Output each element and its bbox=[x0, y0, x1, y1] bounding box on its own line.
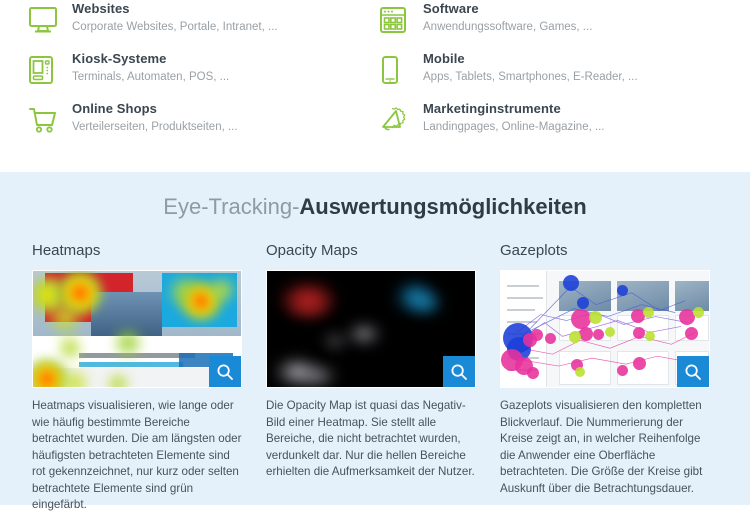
monitor-icon bbox=[28, 0, 72, 38]
kiosk-icon bbox=[28, 50, 72, 88]
analysis-columns: Heatmaps Heatmaps visualisieren, wie lan… bbox=[0, 242, 750, 525]
target-item-websites[interactable]: Websites Corporate Websites, Portale, In… bbox=[28, 0, 379, 50]
heatmap-thumbnail[interactable] bbox=[32, 270, 242, 388]
target-item-title: Online Shops bbox=[72, 101, 157, 116]
target-item-subtitle: Landingpages, Online-Magazine, ... bbox=[423, 121, 605, 133]
column-title: Heatmaps bbox=[32, 242, 101, 259]
fixation-circle bbox=[569, 331, 581, 343]
page-title-prefix: Eye-Tracking- bbox=[163, 194, 300, 219]
target-item-online-shops[interactable]: Online Shops Verteilerseiten, Produktsei… bbox=[28, 100, 379, 150]
analysis-column-heatmaps: Heatmaps Heatmaps visualisieren, wie lan… bbox=[32, 242, 242, 525]
column-title: Opacity Maps bbox=[266, 242, 358, 259]
column-title: Gazeplots bbox=[500, 242, 568, 259]
gazeplot-thumbnail[interactable] bbox=[500, 270, 710, 388]
fixation-circle bbox=[633, 327, 645, 339]
target-item-subtitle: Anwendungssoftware, Games, ... bbox=[423, 21, 593, 33]
column-description: Heatmaps visualisieren, wie lange oder w… bbox=[32, 399, 242, 511]
target-item-subtitle: Terminals, Automaten, POS, ... bbox=[72, 71, 230, 83]
smartphone-icon bbox=[379, 50, 423, 88]
search-icon bbox=[685, 364, 701, 380]
target-item-kiosk-systeme[interactable]: Kiosk-Systeme Terminals, Automaten, POS,… bbox=[28, 50, 379, 100]
page-title-emphasis: Auswertungsmöglichkeiten bbox=[299, 194, 587, 219]
target-item-subtitle: Corporate Websites, Portale, Intranet, .… bbox=[72, 21, 278, 33]
target-item-text: Kiosk-Systeme Terminals, Automaten, POS,… bbox=[72, 50, 229, 85]
fixation-circle bbox=[575, 367, 585, 377]
fixation-circle bbox=[633, 357, 646, 370]
target-types-grid: Websites Corporate Websites, Portale, In… bbox=[0, 0, 750, 150]
search-icon bbox=[217, 364, 233, 380]
target-item-text: Online Shops Verteilerseiten, Produktsei… bbox=[72, 100, 238, 135]
target-types-section: Websites Corporate Websites, Portale, In… bbox=[0, 0, 750, 172]
target-item-subtitle: Verteilerseiten, Produktseiten, ... bbox=[72, 121, 238, 133]
fixation-circle bbox=[617, 285, 628, 296]
fixation-circle bbox=[571, 309, 591, 329]
fixation-circle bbox=[685, 327, 698, 340]
fixation-circle bbox=[563, 275, 579, 291]
target-item-title: Kiosk-Systeme bbox=[72, 51, 167, 66]
fixation-circle bbox=[605, 327, 615, 337]
target-item-text: Marketinginstrumente Landingpages, Onlin… bbox=[423, 100, 605, 135]
fixation-circle bbox=[643, 307, 654, 318]
column-description: Die Opacity Map ist quasi das Negativ-Bi… bbox=[266, 399, 475, 478]
analysis-column-gazeplots: Gazeplots Gazeplots visualisieren den ko… bbox=[500, 242, 710, 525]
target-item-text: Software Anwendungssoftware, Games, ... bbox=[423, 0, 592, 35]
zoom-image-button-opacity-map[interactable] bbox=[443, 356, 475, 387]
shopping-cart-icon bbox=[28, 100, 72, 138]
analysis-column-opacity-maps: Opacity Maps Die Opacity Map ist quasi d… bbox=[266, 242, 476, 525]
fixation-circle bbox=[545, 333, 556, 344]
fixation-circle bbox=[579, 327, 593, 341]
target-item-text: Mobile Apps, Tablets, Smartphones, E-Rea… bbox=[423, 50, 638, 85]
target-item-marketinginstrumente[interactable]: Marketinginstrumente Landingpages, Onlin… bbox=[379, 100, 730, 150]
fixation-circle bbox=[693, 307, 704, 318]
fixation-circle bbox=[589, 311, 602, 324]
zoom-image-button-heatmap[interactable] bbox=[209, 356, 241, 387]
fixation-circle bbox=[531, 329, 543, 341]
search-icon bbox=[451, 364, 467, 380]
fixation-circle bbox=[527, 367, 539, 379]
target-item-mobile[interactable]: Mobile Apps, Tablets, Smartphones, E-Rea… bbox=[379, 50, 730, 100]
opacity-map-thumbnail[interactable] bbox=[266, 270, 476, 388]
megaphone-icon bbox=[379, 100, 423, 138]
fixation-circle bbox=[645, 331, 655, 341]
column-description: Gazeplots visualisieren den kompletten B… bbox=[500, 399, 703, 495]
target-item-text: Websites Corporate Websites, Portale, In… bbox=[72, 0, 278, 35]
target-item-title: Marketinginstrumente bbox=[423, 101, 561, 116]
zoom-image-button-gazeplot[interactable] bbox=[677, 356, 709, 387]
target-item-title: Software bbox=[423, 1, 479, 16]
fixation-circle bbox=[593, 329, 604, 340]
page-title: Eye-Tracking-Auswertungsmöglichkeiten bbox=[0, 172, 750, 220]
app-window-icon bbox=[379, 0, 423, 38]
target-item-title: Websites bbox=[72, 1, 130, 16]
target-item-software[interactable]: Software Anwendungssoftware, Games, ... bbox=[379, 0, 730, 50]
fixation-circle bbox=[617, 365, 628, 376]
eye-tracking-analysis-section: Eye-Tracking-Auswertungsmöglichkeiten He… bbox=[0, 172, 750, 511]
target-item-title: Mobile bbox=[423, 51, 465, 66]
target-item-subtitle: Apps, Tablets, Smartphones, E-Reader, ..… bbox=[423, 71, 638, 83]
fixation-circle bbox=[577, 297, 589, 309]
